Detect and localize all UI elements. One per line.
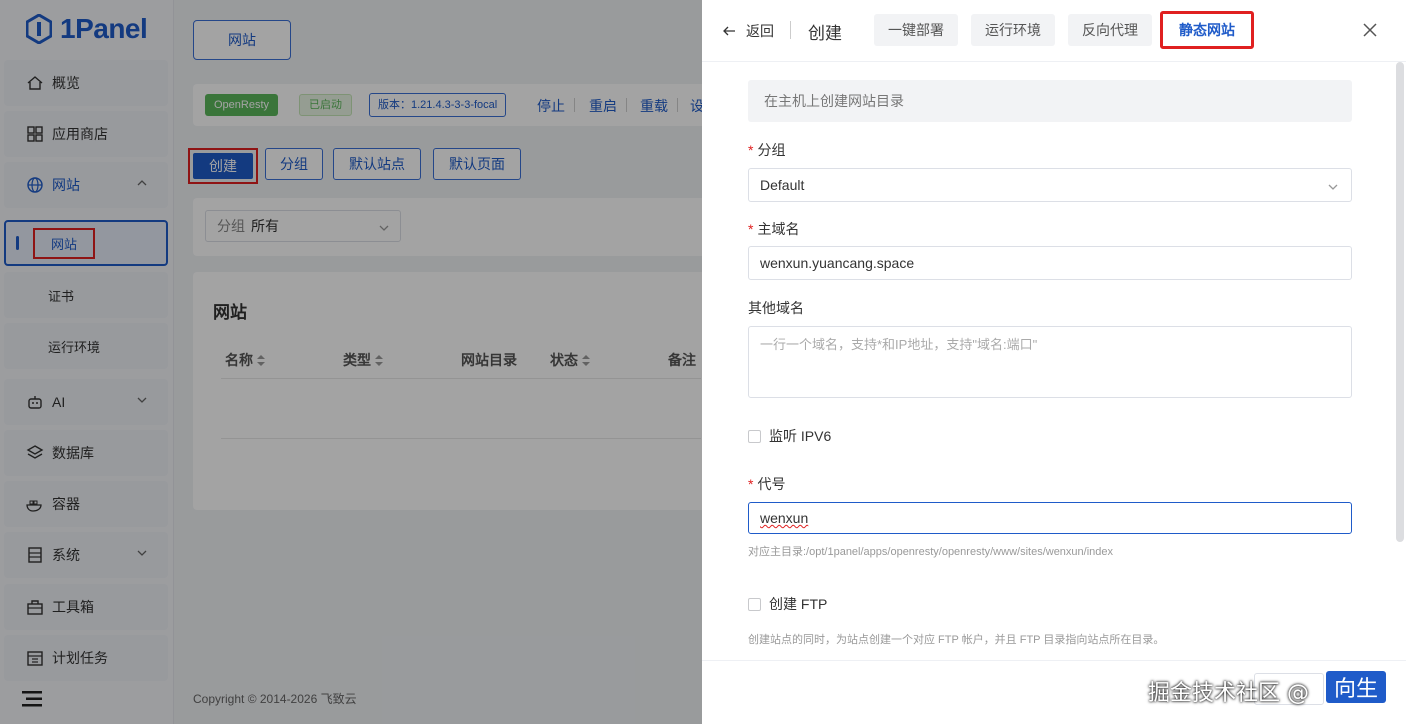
alias-label: * 代号 <box>748 474 785 494</box>
watermark-text: 掘金技术社区 @ <box>1148 681 1309 706</box>
alias-hint: 对应主目录:/opt/1panel/apps/openresty/openres… <box>748 546 1114 558</box>
back-button[interactable]: 返回 <box>722 21 774 41</box>
ftp-hint: 创建站点的同时，为站点创建一个对应 FTP 帐户，并且 FTP 目录指向站点所在… <box>748 634 1165 646</box>
primary-domain-value: wenxun.yuancang.space <box>760 255 915 271</box>
watermark-badge: 向生 <box>1326 671 1387 703</box>
modal-overlay[interactable] <box>0 0 702 724</box>
tab-static-site[interactable]: 静态网站 <box>1160 11 1254 49</box>
label-text: 分组 <box>757 142 786 158</box>
ftp-label: 创建 FTP <box>769 596 828 612</box>
drawer-header: 返回 创建 一键部署 运行环境 反向代理 静态网站 <box>702 0 1406 62</box>
label-text: 主域名 <box>757 221 800 237</box>
ftp-checkbox-row[interactable]: 创建 FTP <box>748 594 827 614</box>
other-domains-label: 其他域名 <box>748 300 804 316</box>
required-mark: * <box>748 142 754 158</box>
group-label: * 分组 <box>748 140 785 160</box>
ipv6-checkbox-row[interactable]: 监听 IPV6 <box>748 426 831 446</box>
domain-label: * 主域名 <box>748 219 799 239</box>
group-select-value: Default <box>760 177 805 193</box>
tab-reverse-proxy[interactable]: 反向代理 <box>1068 14 1152 46</box>
ftp-checkbox[interactable] <box>748 597 761 611</box>
required-mark: * <box>748 221 754 237</box>
notice-banner: 在主机上创建网站目录 <box>748 80 1352 122</box>
required-mark: * <box>748 476 754 492</box>
chevron-down-icon <box>1327 180 1339 192</box>
alias-value: wenxun <box>760 510 809 526</box>
tab-one-click-deploy[interactable]: 一键部署 <box>874 14 958 46</box>
close-icon[interactable] <box>1362 22 1378 38</box>
divider <box>790 21 791 39</box>
primary-domain-input[interactable]: wenxun.yuancang.space <box>748 246 1352 280</box>
drawer-title: 创建 <box>808 24 842 43</box>
group-select[interactable]: Default <box>748 168 1352 202</box>
other-domains-textarea[interactable]: 一行一个域名，支持*和IP地址，支持"域名:端口" <box>748 326 1352 398</box>
ipv6-label: 监听 IPV6 <box>769 428 832 444</box>
back-label: 返回 <box>746 23 774 39</box>
tab-runtime[interactable]: 运行环境 <box>971 14 1055 46</box>
create-website-drawer: 返回 创建 一键部署 运行环境 反向代理 静态网站 在主机上创建网站目录 * 分组… <box>702 0 1406 724</box>
arrow-left-icon <box>723 26 735 36</box>
label-text: 代号 <box>757 476 786 492</box>
ipv6-checkbox[interactable] <box>748 429 761 443</box>
alias-input[interactable]: wenxun <box>748 502 1352 534</box>
scrollbar[interactable] <box>1396 62 1404 542</box>
drawer-footer: 掘金技术社区 @ 向生 <box>702 660 1406 724</box>
